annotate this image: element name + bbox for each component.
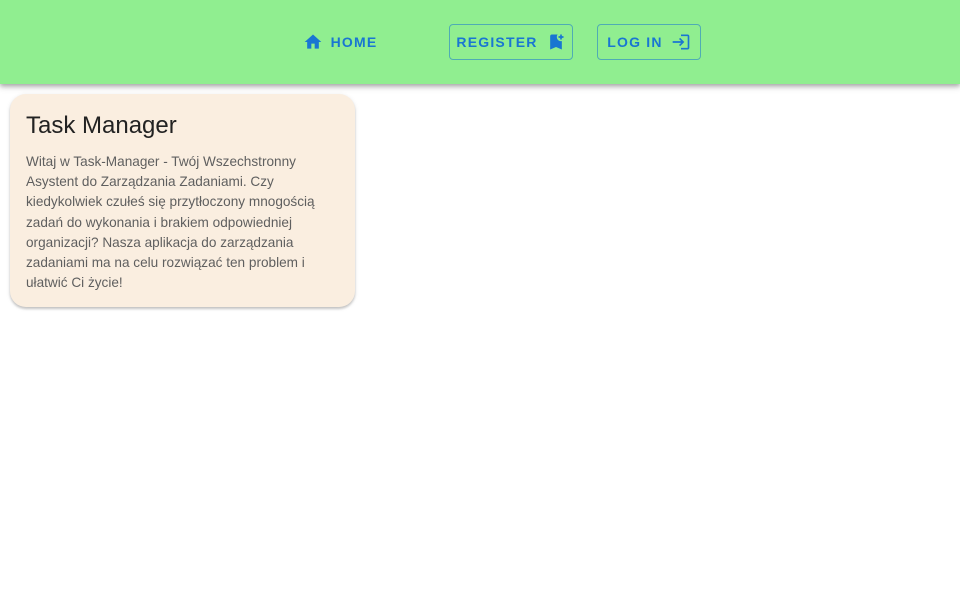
card-title: Task Manager	[26, 112, 177, 139]
home-icon	[303, 32, 323, 52]
home-button[interactable]: Home	[294, 24, 386, 60]
home-button-label: Home	[330, 34, 378, 50]
register-button[interactable]: Register	[449, 24, 573, 60]
card-description: Witaj w Task-Manager - Twój Wszechstronn…	[26, 154, 315, 291]
bookmark-add-icon	[546, 32, 566, 52]
register-button-label: Register	[456, 34, 538, 50]
login-button[interactable]: Log in	[597, 24, 701, 60]
login-button-label: Log in	[607, 34, 663, 50]
login-icon	[671, 32, 691, 52]
top-navigation-bar: Home Register Log in	[0, 0, 960, 84]
task-manager-card: Task Manager Witaj w Task-Manager - Twój…	[10, 94, 355, 307]
